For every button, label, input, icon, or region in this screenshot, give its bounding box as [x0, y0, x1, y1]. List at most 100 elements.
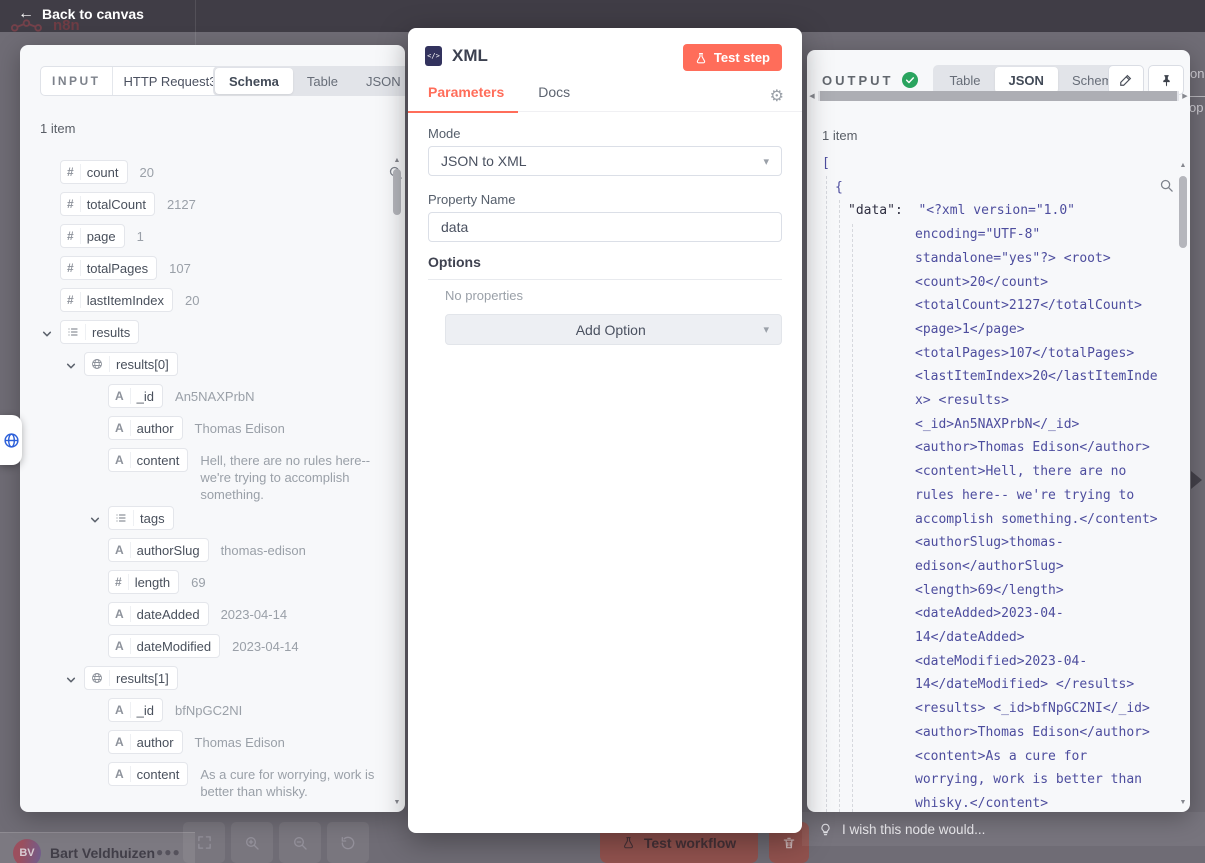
add-option-label: Add Option: [458, 322, 763, 338]
chevron-down-icon[interactable]: [66, 352, 84, 376]
schema-key-pill[interactable]: Acontent: [108, 762, 188, 786]
schema-tree-row[interactable]: #lastItemIndex20: [20, 285, 392, 317]
tab-table[interactable]: Table: [935, 67, 994, 93]
schema-key: author: [137, 421, 174, 436]
scroll-down-icon[interactable]: ▼: [1178, 799, 1188, 806]
schema-key-pill[interactable]: #totalPages: [60, 256, 157, 280]
schema-tree-row[interactable]: AdateAdded 2023-04-14: [20, 599, 392, 631]
schema-tree-row[interactable]: #totalPages 107: [20, 253, 392, 285]
schema-value: As a cure for worrying, work is better t…: [200, 766, 392, 800]
schema-key-pill[interactable]: results[1]: [84, 666, 178, 690]
output-scrollbar[interactable]: ▲ ▼: [1178, 162, 1188, 806]
schema-tree-row[interactable]: AcontentHell, there are no rules here-- …: [20, 445, 392, 503]
json-output-view[interactable]: [{"data": "<?xml version="1.0"encoding="…: [807, 152, 1176, 812]
tab-parameters[interactable]: Parameters: [408, 84, 504, 111]
gear-icon[interactable]: ⚙: [770, 86, 784, 106]
schema-key-pill[interactable]: results[0]: [84, 352, 178, 376]
trash-icon: [782, 836, 796, 850]
back-to-canvas-button[interactable]: ← Back to canvas: [18, 6, 144, 22]
schema-tree-row[interactable]: #length69: [20, 567, 392, 599]
schema-tree-row[interactable]: tags: [20, 503, 392, 535]
schema-key-pill[interactable]: AdateModified: [108, 634, 220, 658]
user-menu-button[interactable]: ●●●: [156, 845, 181, 859]
fit-view-button[interactable]: [183, 822, 225, 863]
schema-key-pill[interactable]: Aauthor: [108, 730, 183, 754]
json-output-line: <content>Hell, there are no: [807, 460, 1176, 484]
schema-key-pill[interactable]: tags: [108, 506, 174, 530]
string-type-icon: A: [115, 452, 131, 468]
schema-tree-row[interactable]: results[1]: [20, 663, 392, 695]
schema-tree-row[interactable]: AdateModified2023-04-14: [20, 631, 392, 663]
pencil-icon: [1119, 73, 1133, 87]
schema-tree-row[interactable]: #page 1: [20, 221, 392, 253]
input-scrollbar[interactable]: ▲ ▼: [392, 157, 402, 806]
schema-key-pill[interactable]: AdateAdded: [108, 602, 209, 626]
node-feedback-link[interactable]: I wish this node would...: [802, 812, 1205, 846]
schema-tree-row[interactable]: results[0]: [20, 349, 392, 381]
flask-icon: [622, 836, 635, 849]
number-type-icon: #: [67, 292, 81, 308]
tab-json[interactable]: JSON: [995, 67, 1058, 93]
add-option-select[interactable]: Add Option ▾: [445, 314, 782, 345]
scroll-left-icon[interactable]: ◀: [807, 92, 817, 100]
property-name-input[interactable]: data: [428, 212, 782, 242]
output-horizontal-scrollbar[interactable]: ◀ ▶: [809, 91, 1188, 101]
schema-key-pill[interactable]: AauthorSlug: [108, 538, 209, 562]
scroll-down-icon[interactable]: ▼: [392, 799, 402, 806]
tab-table[interactable]: Table: [293, 68, 352, 94]
schema-key: results[0]: [116, 357, 169, 372]
schema-key-pill[interactable]: #length: [108, 570, 179, 594]
tab-json[interactable]: JSON: [352, 68, 405, 94]
schema-tree-row[interactable]: A_id An5NAXPrbN: [20, 381, 392, 413]
avatar[interactable]: BV: [13, 839, 41, 863]
schema-key-pill[interactable]: Acontent: [108, 448, 188, 472]
scroll-up-icon[interactable]: ▲: [392, 157, 402, 164]
schema-key-pill[interactable]: #count: [60, 160, 128, 184]
schema-key-pill[interactable]: A_id: [108, 384, 163, 408]
schema-key: dateAdded: [137, 607, 200, 622]
tab-schema[interactable]: Schema: [215, 68, 293, 94]
schema-key-pill[interactable]: #totalCount: [60, 192, 155, 216]
object-type-icon: [91, 670, 110, 686]
scroll-right-icon[interactable]: ▶: [1180, 92, 1190, 100]
schema-value: 107: [169, 260, 392, 277]
scroll-up-icon[interactable]: ▲: [1178, 162, 1188, 169]
schema-value: 1: [137, 228, 392, 245]
json-output-line: <dateAdded>2023-04-: [807, 602, 1176, 626]
schema-key-pill[interactable]: #page: [60, 224, 125, 248]
schema-key-pill[interactable]: Aauthor: [108, 416, 183, 440]
zoom-in-button[interactable]: [231, 822, 273, 863]
schema-value: An5NAXPrbN: [175, 388, 392, 405]
tab-docs[interactable]: Docs: [504, 84, 570, 111]
schema-tree-row[interactable]: AauthorThomas Edison: [20, 413, 392, 445]
zoom-out-button[interactable]: [279, 822, 321, 863]
browser-extension-tab[interactable]: [0, 415, 22, 465]
schema-key-pill[interactable]: results: [60, 320, 139, 344]
json-output-line: <author>Thomas Edison</author>: [807, 436, 1176, 460]
schema-value: 2023-04-14: [221, 606, 392, 623]
app-root: ← Back to canvas n8n BV Bart Veldhuizen …: [0, 0, 1205, 863]
schema-key-pill[interactable]: A_id: [108, 698, 163, 722]
reset-zoom-button[interactable]: [327, 822, 369, 863]
input-source-button[interactable]: HTTP Request3: [112, 67, 228, 95]
schema-tree-row[interactable]: AauthorThomas Edison: [20, 727, 392, 759]
modal-tabs: Parameters Docs ⚙: [408, 84, 802, 112]
schema-key: lastItemIndex: [87, 293, 164, 308]
input-panel-label: INPUT: [41, 67, 112, 95]
schema-key-pill[interactable]: # lastItemIndex: [60, 288, 173, 312]
chevron-down-icon[interactable]: [90, 506, 108, 530]
chevron-down-icon[interactable]: [42, 320, 60, 344]
property-name-label: Property Name: [428, 192, 515, 207]
mode-select[interactable]: JSON to XML ▾: [428, 146, 782, 176]
test-step-button[interactable]: Test step: [683, 44, 782, 71]
next-node-arrow-icon[interactable]: [1191, 471, 1202, 489]
pin-icon: [1160, 73, 1173, 88]
schema-tree-row[interactable]: #totalCount2127: [20, 189, 392, 221]
schema-tree-row[interactable]: A_idbfNpGC2NI: [20, 695, 392, 727]
schema-tree-row[interactable]: #count20: [20, 157, 392, 189]
chevron-down-icon[interactable]: [66, 666, 84, 690]
schema-tree-row[interactable]: Acontent As a cure for worrying, work is …: [20, 759, 392, 800]
schema-tree-row[interactable]: AauthorSlugthomas-edison: [20, 535, 392, 567]
json-output-line: <count>20</count>: [807, 271, 1176, 295]
schema-tree-row[interactable]: results: [20, 317, 392, 349]
